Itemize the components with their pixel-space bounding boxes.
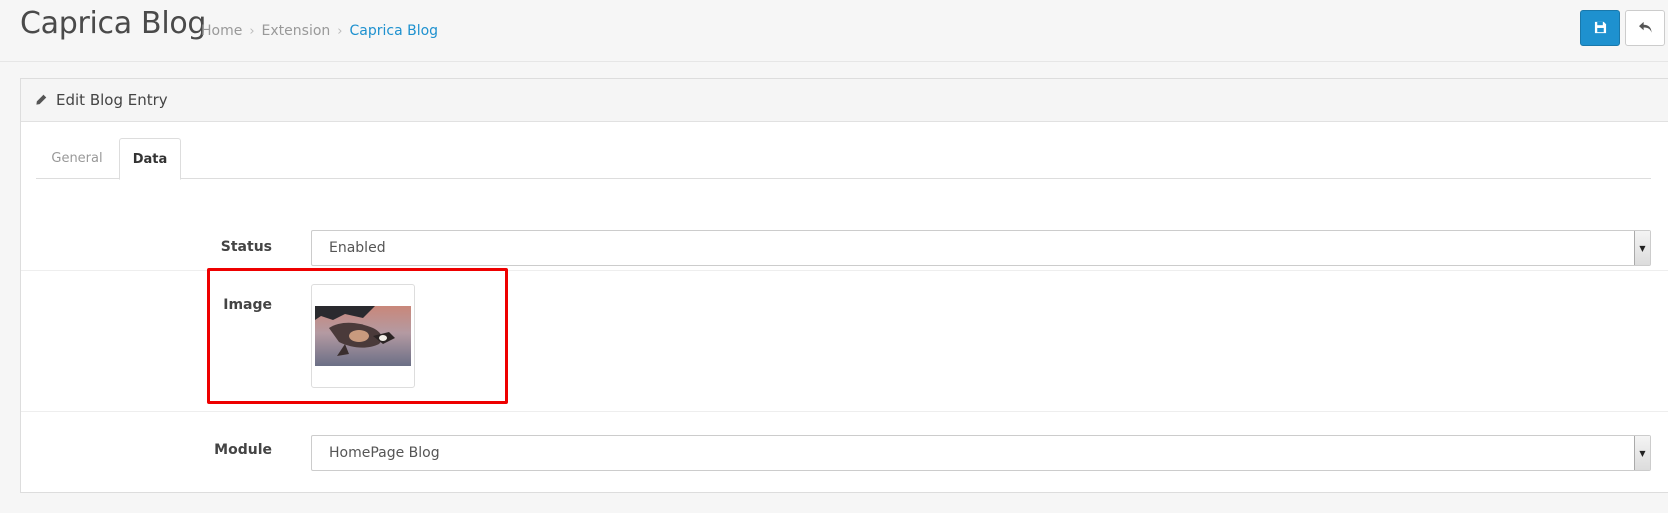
- highlight-box: [207, 268, 508, 404]
- status-label: Status: [220, 239, 272, 255]
- module-select[interactable]: HomePage Blog ▼: [311, 435, 1651, 471]
- status-row: Status Enabled ▼: [21, 202, 1668, 271]
- panel-title: Edit Blog Entry: [56, 91, 168, 109]
- status-select[interactable]: Enabled ▼: [311, 230, 1651, 266]
- back-button[interactable]: [1625, 10, 1665, 46]
- breadcrumb-extension[interactable]: Extension: [262, 23, 331, 39]
- breadcrumb-home[interactable]: Home: [201, 23, 242, 39]
- tab-data[interactable]: Data: [119, 138, 181, 180]
- dropdown-arrow-icon: ▼: [1634, 231, 1650, 265]
- reply-icon: [1638, 19, 1653, 38]
- breadcrumb-separator: ›: [337, 24, 343, 39]
- pencil-icon: [35, 91, 48, 110]
- breadcrumb: Home › Extension › Caprica Blog: [201, 23, 438, 39]
- module-value: HomePage Blog: [329, 445, 440, 461]
- edit-blog-panel: Edit Blog Entry General Data Status Enab…: [20, 78, 1668, 493]
- breadcrumb-current[interactable]: Caprica Blog: [349, 23, 438, 39]
- panel-heading: Edit Blog Entry: [21, 79, 1668, 122]
- dropdown-arrow-icon: ▼: [1634, 436, 1650, 470]
- tab-bar: General Data: [36, 138, 1651, 180]
- status-value: Enabled: [329, 240, 386, 256]
- breadcrumb-separator: ›: [249, 24, 255, 39]
- tab-general[interactable]: General: [36, 138, 118, 179]
- page-header: Caprica Blog Home › Extension › Caprica Blog: [0, 0, 1668, 62]
- module-row: Module HomePage Blog ▼: [21, 412, 1668, 492]
- page-title: Caprica Blog: [20, 6, 207, 41]
- save-button[interactable]: [1580, 10, 1620, 46]
- module-label: Module: [214, 442, 272, 458]
- save-icon: [1594, 19, 1607, 38]
